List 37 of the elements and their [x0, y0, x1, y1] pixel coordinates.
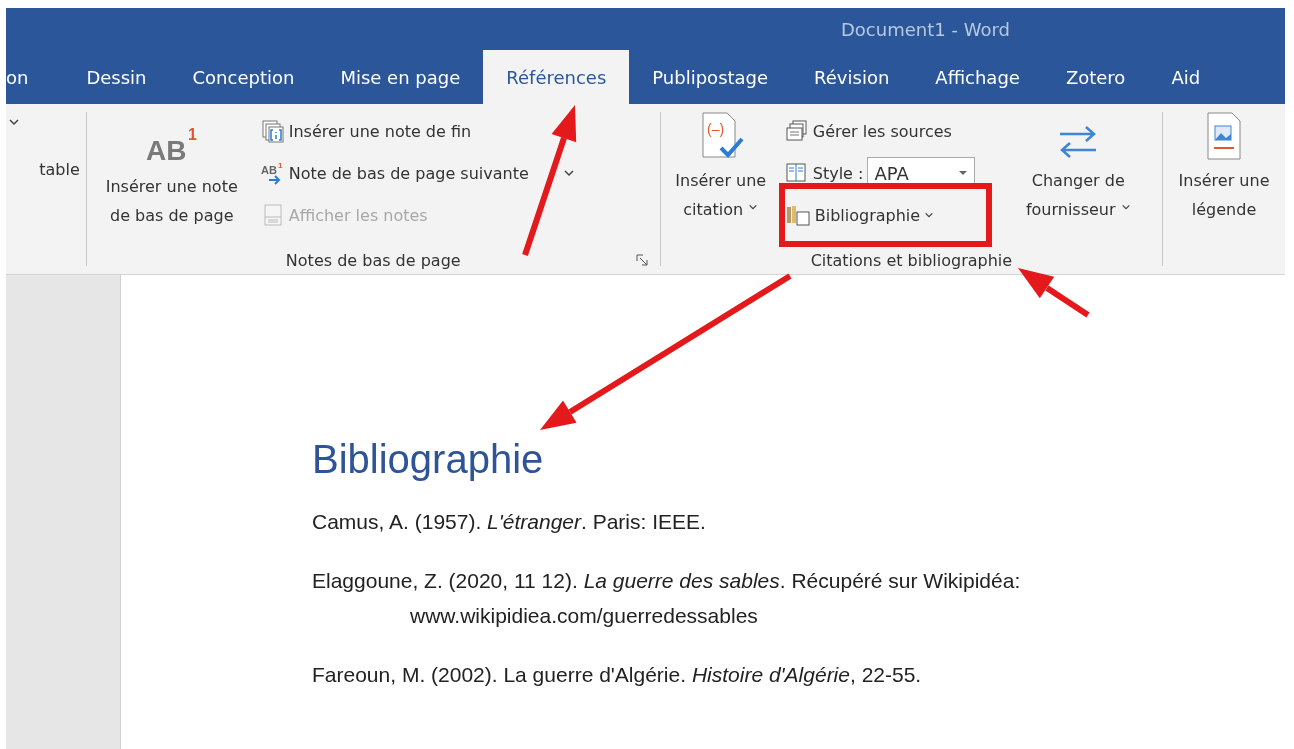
caret-icon — [748, 203, 759, 211]
ribbon-tab[interactable]: on — [6, 50, 64, 104]
ribbon-tab[interactable]: Références — [483, 50, 630, 104]
style-label: Style : — [812, 163, 864, 183]
window-title: Document1 - Word — [841, 18, 1010, 40]
ribbon-tab[interactable]: Publipostage — [629, 50, 792, 104]
ribbon-tab[interactable]: Dessin — [63, 50, 170, 104]
ribbon-tab[interactable]: Affichage — [912, 50, 1043, 104]
caret-icon — [924, 211, 935, 219]
ribbon-tab[interactable]: Conception — [169, 50, 318, 104]
group-label: Citations et bibliographie — [810, 250, 1013, 270]
group-label: Notes de bas de page — [285, 250, 461, 270]
annotation-arrow — [1018, 268, 1090, 318]
bibliography-entry: Fareoun, M. (2002). La guerre d'Algérie. Histoire d'Algérie, 22-55. — [312, 662, 923, 688]
bibliography-entry: Camus, A. (1957). L'étranger. Paris: IEEE. — [312, 509, 707, 535]
caret-icon — [1120, 203, 1131, 211]
ribbon-tab[interactable]: Mise en page — [317, 50, 484, 104]
documents-icon — [784, 119, 809, 143]
book-icon — [784, 161, 809, 185]
dropdown-arrow-icon — [958, 170, 969, 176]
insert-caption-button[interactable]: Insérer une légende — [1163, 104, 1286, 224]
ribbon-tab[interactable]: Aid — [1148, 50, 1224, 104]
ribbon-tab[interactable]: Révision — [791, 50, 913, 104]
bibliography-entry: www.wikipidiea.com/guerredessables — [409, 603, 759, 629]
ribbon-button-label[interactable]: table — [39, 160, 80, 179]
insert-citation-button[interactable]: (–) Insérer une citation — [660, 104, 781, 242]
switch-provider-button[interactable]: Changer de fournisseur — [1005, 104, 1151, 242]
dialog-launcher-icon[interactable] — [635, 254, 648, 266]
endnote-icon — [260, 119, 285, 143]
bibliography-entry: Elaggoune, Z. (2020, 11 12). La guerre des sables. Récupéré sur Wikipidéa: — [312, 568, 1022, 594]
books-icon — [784, 203, 811, 227]
bibliography-button[interactable]: Bibliographie — [780, 194, 1006, 236]
bibliography-heading: Bibliographie — [312, 437, 545, 482]
ribbon-tab[interactable]: Zotero — [1042, 50, 1149, 104]
manage-sources-button[interactable]: Gérer les sources — [780, 110, 1006, 152]
caret-icon — [7, 118, 20, 126]
caret-icon — [562, 169, 575, 177]
